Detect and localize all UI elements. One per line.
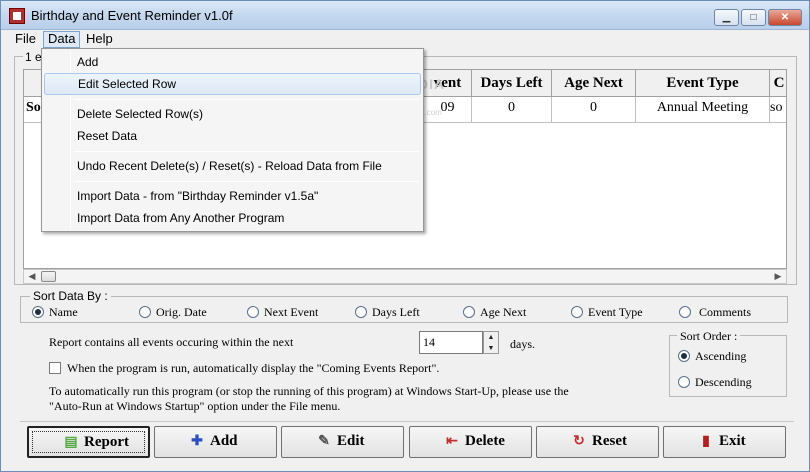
grid-header-event-type[interactable]: Event Type <box>636 70 770 97</box>
sort-order-label: Sort Order : <box>677 329 741 344</box>
scroll-left-icon[interactable]: ◀ <box>24 270 40 283</box>
horizontal-scrollbar[interactable]: ◀ ▶ <box>23 269 787 284</box>
sort-age-next-radio[interactable] <box>463 306 475 318</box>
spin-down-icon[interactable]: ▼ <box>484 343 498 354</box>
add-button[interactable]: ✚ Add <box>154 426 277 458</box>
minimize-icon: ▁ <box>722 12 731 23</box>
grid-header-days-left[interactable]: Days Left <box>472 70 552 97</box>
delete-button[interactable]: ⇤ Delete <box>409 426 532 458</box>
data-menu-dropdown: Add Edit Selected Row Delete Selected Ro… <box>41 48 424 232</box>
scroll-thumb[interactable] <box>41 271 56 282</box>
days-input[interactable]: 14 <box>419 331 483 354</box>
auto-display-checkbox[interactable] <box>49 362 61 374</box>
startup-note-line2: "Auto-Run at Windows Startup" option und… <box>49 399 341 413</box>
spin-up-icon[interactable]: ▲ <box>484 332 498 343</box>
grid-header-age-next[interactable]: Age Next <box>552 70 636 97</box>
menu-separator <box>74 151 419 152</box>
menu-separator <box>74 99 419 100</box>
menu-help[interactable]: Help <box>82 31 117 48</box>
grid-cell-days-left[interactable]: 0 <box>472 97 552 123</box>
menu-data[interactable]: Data <box>43 31 81 48</box>
startup-note-line1: To automatically run this program (or st… <box>49 384 569 398</box>
menu-item-add[interactable]: Add <box>44 51 421 73</box>
exit-button[interactable]: ▮ Exit <box>663 426 786 458</box>
scroll-right-icon[interactable]: ▶ <box>770 270 786 283</box>
sort-event-type-label: Event Type <box>588 305 643 319</box>
auto-display-label: When the program is run, automatically d… <box>67 361 440 375</box>
sort-orig-date-label: Orig. Date <box>156 305 207 319</box>
menu-item-delete-selected-rows[interactable]: Delete Selected Row(s) <box>44 103 421 125</box>
menu-bar: File Data Help <box>1 30 809 48</box>
sort-orig-date-radio[interactable] <box>139 306 151 318</box>
report-button[interactable]: ▤ Report <box>27 426 150 458</box>
grid-cell-age-next[interactable]: 0 <box>552 97 636 123</box>
sort-label: Sort Data By : <box>30 289 111 303</box>
sort-age-next-label: Age Next <box>480 305 527 319</box>
order-descending-label: Descending <box>695 375 752 389</box>
app-window: Birthday and Event Reminder v1.0f ▁ □ ✕ … <box>0 0 810 472</box>
minimize-button[interactable]: ▁ <box>714 9 739 26</box>
sort-comments-label: Comments <box>699 305 752 319</box>
menu-item-import-v15a[interactable]: Import Data - from "Birthday Reminder v1… <box>44 185 421 207</box>
maximize-button[interactable]: □ <box>741 9 766 26</box>
sort-next-event-radio[interactable] <box>247 306 259 318</box>
grid-cell-event-type[interactable]: Annual Meeting <box>636 97 770 123</box>
app-icon <box>9 8 25 24</box>
delete-icon: ⇤ <box>446 434 458 449</box>
sort-next-event-label: Next Event <box>264 305 319 319</box>
days-stepper[interactable]: ▲ ▼ <box>483 331 499 354</box>
edit-button[interactable]: ✎ Edit <box>281 426 404 458</box>
edit-icon: ✎ <box>318 434 330 449</box>
reset-button[interactable]: ↻ Reset <box>536 426 659 458</box>
menu-file[interactable]: File <box>11 31 40 48</box>
close-button[interactable]: ✕ <box>768 9 802 26</box>
order-ascending-radio[interactable] <box>678 350 690 362</box>
sort-name-radio[interactable] <box>32 306 44 318</box>
sort-comments-radio[interactable] <box>679 306 691 318</box>
sort-days-left-label: Days Left <box>372 305 420 319</box>
grid-header-comments[interactable]: C <box>770 70 786 97</box>
report-icon: ▤ <box>64 435 78 450</box>
sort-days-left-radio[interactable] <box>355 306 367 318</box>
close-icon: ✕ <box>780 12 790 23</box>
title-bar[interactable]: Birthday and Event Reminder v1.0f ▁ □ ✕ <box>1 1 809 30</box>
sort-name-label: Name <box>49 305 78 319</box>
menu-item-undo-reload[interactable]: Undo Recent Delete(s) / Reset(s) - Reloa… <box>44 155 421 177</box>
order-descending-radio[interactable] <box>678 376 690 388</box>
sort-event-type-radio[interactable] <box>571 306 583 318</box>
add-icon: ✚ <box>191 434 203 449</box>
window-title: Birthday and Event Reminder v1.0f <box>31 8 233 23</box>
menu-item-reset-data[interactable]: Reset Data <box>44 125 421 147</box>
report-range-text: Report contains all events occuring with… <box>49 335 294 349</box>
menu-separator <box>74 181 419 182</box>
order-ascending-label: Ascending <box>695 349 747 363</box>
reset-icon: ↻ <box>573 434 585 449</box>
exit-icon: ▮ <box>702 434 710 449</box>
grid-cell-comments[interactable]: so <box>770 97 786 123</box>
menu-item-import-other[interactable]: Import Data from Any Another Program <box>44 207 421 229</box>
maximize-icon: □ <box>750 12 757 23</box>
days-unit: days. <box>510 337 535 351</box>
menu-item-edit-selected-row[interactable]: Edit Selected Row <box>44 73 421 95</box>
